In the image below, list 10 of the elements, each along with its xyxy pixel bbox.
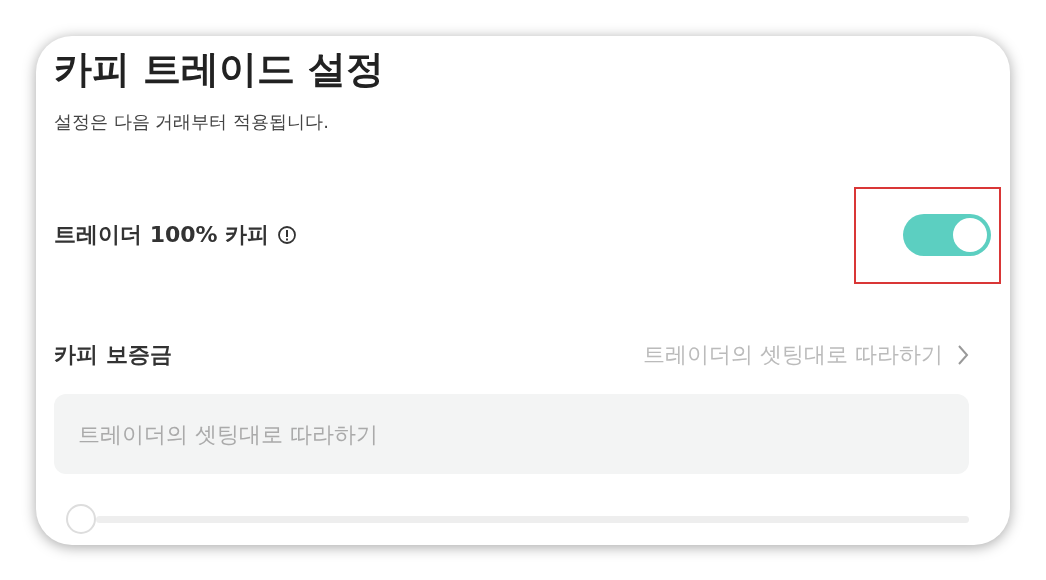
copy-toggle-label: 트레이더 100% 카피 xyxy=(54,221,270,249)
slider-thumb[interactable] xyxy=(66,504,96,534)
page-title: 카피 트레이드 설정 xyxy=(54,46,386,93)
margin-input-field[interactable]: 트레이더의 셋팅대로 따라하기 xyxy=(54,394,969,474)
margin-label: 카피 보증금 xyxy=(54,341,172,369)
chevron-right-icon[interactable] xyxy=(957,344,969,366)
toggle-switch[interactable] xyxy=(903,214,991,256)
margin-value[interactable]: 트레이더의 셋팅대로 따라하기 xyxy=(643,340,943,370)
subtitle: 설정은 다음 거래부터 적용됩니다. xyxy=(54,110,330,134)
info-icon[interactable] xyxy=(277,225,298,245)
